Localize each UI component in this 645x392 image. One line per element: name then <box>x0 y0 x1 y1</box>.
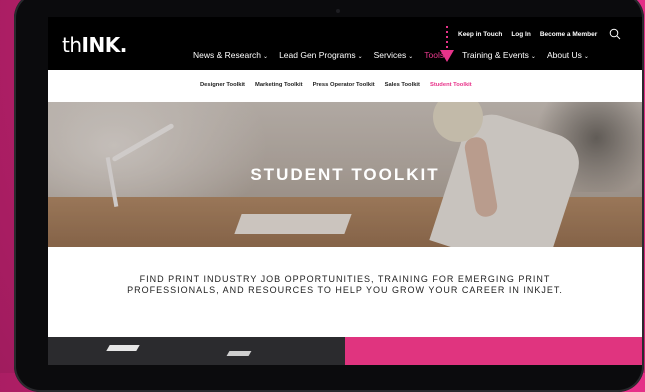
become-a-member-link[interactable]: Become a Member <box>540 31 597 38</box>
ceiling-light <box>106 345 140 351</box>
log-in-link[interactable]: Log In <box>511 31 531 38</box>
nav-about-us[interactable]: About Us ⌄ <box>547 50 589 60</box>
hero-banner: STUDENT TOOLKIT <box>48 102 642 247</box>
hero-title: STUDENT TOOLKIT <box>250 165 440 184</box>
intro-text: FIND PRINT INDUSTRY JOB OPPORTUNITIES, T… <box>127 274 563 295</box>
laptop-camera <box>336 9 340 13</box>
ceiling-light <box>226 351 252 356</box>
subnav-designer-toolkit[interactable]: Designer Toolkit <box>200 82 245 88</box>
laptop-frame: thINK. Keep in Touch Log In Become a Mem… <box>14 0 644 392</box>
bottom-accent-card <box>345 337 642 365</box>
nav-news-research[interactable]: News & Research ⌄ <box>193 50 268 60</box>
subnav-student-toolkit[interactable]: Student Toolkit <box>430 82 472 88</box>
subnav-sales-toolkit[interactable]: Sales Toolkit <box>385 82 420 88</box>
utility-nav: Keep in Touch Log In Become a Member <box>458 31 597 38</box>
top-navigation-bar: thINK. Keep in Touch Log In Become a Mem… <box>48 17 642 70</box>
laptop-screen: thINK. Keep in Touch Log In Become a Mem… <box>48 17 642 365</box>
toolkit-subnav: Designer Toolkit Marketing Toolkit Press… <box>48 70 642 102</box>
search-icon[interactable] <box>609 28 621 40</box>
nav-services[interactable]: Services ⌄ <box>374 50 414 60</box>
nav-lead-gen-programs[interactable]: Lead Gen Programs ⌄ <box>279 50 363 60</box>
intro-section: FIND PRINT INDUSTRY JOB OPPORTUNITIES, T… <box>48 247 642 337</box>
pointer-arrow-icon <box>440 26 454 62</box>
bottom-image-card <box>48 337 345 365</box>
site-logo[interactable]: thINK. <box>62 35 127 55</box>
subnav-marketing-toolkit[interactable]: Marketing Toolkit <box>255 82 303 88</box>
subnav-press-operator-toolkit[interactable]: Press Operator Toolkit <box>313 82 375 88</box>
keep-in-touch-link[interactable]: Keep in Touch <box>458 31 502 38</box>
main-navigation: News & Research ⌄ Lead Gen Programs ⌄ Serv… <box>193 50 589 60</box>
nav-training-events[interactable]: Training & Events ⌄ <box>462 50 536 60</box>
